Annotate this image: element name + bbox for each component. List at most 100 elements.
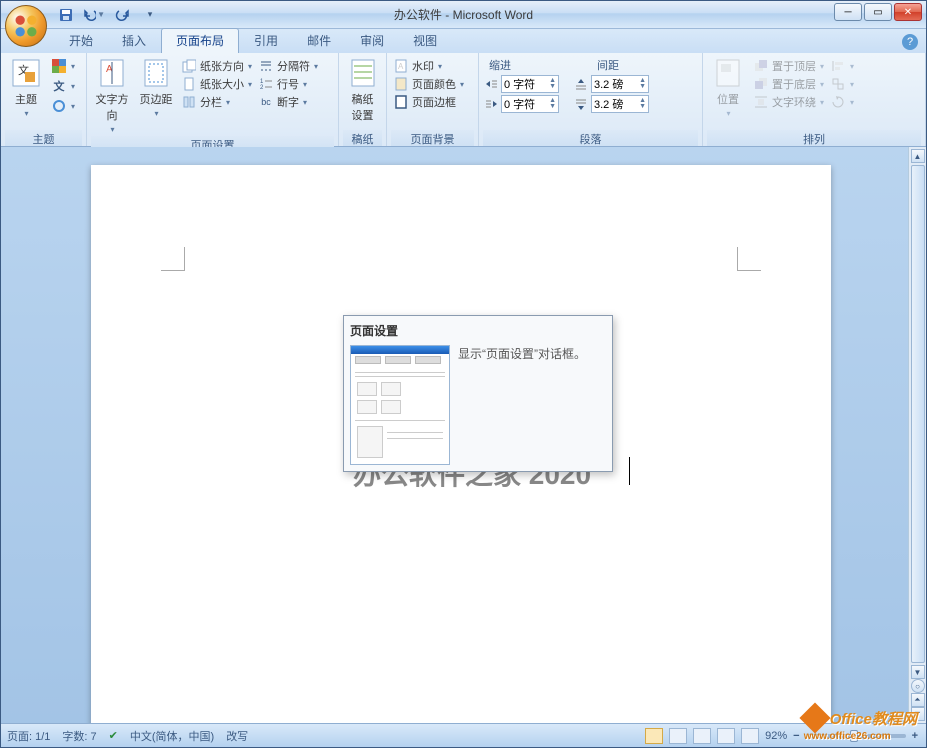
view-draft[interactable] [741, 728, 759, 744]
app-window: ▼ ▾ 办公软件 - Microsoft Word ─ ▭ ✕ 开始 插入 页面… [0, 0, 927, 748]
group-label-arrange: 排列 [707, 130, 921, 146]
send-back-button: 置于底层▾ [751, 75, 826, 93]
indent-label: 缩进 [489, 57, 511, 73]
group-label-manuscript: 稿纸 [343, 130, 382, 146]
maximize-button[interactable]: ▭ [864, 3, 892, 21]
tab-review[interactable]: 审阅 [346, 29, 398, 53]
help-button[interactable]: ? [902, 34, 918, 50]
titlebar: ▼ ▾ 办公软件 - Microsoft Word ─ ▭ ✕ [1, 1, 926, 29]
status-mode[interactable]: 改写 [226, 728, 248, 744]
ribbon-tabs: 开始 插入 页面布局 引用 邮件 审阅 视图 ? [1, 29, 926, 53]
tooltip-thumb [350, 345, 450, 465]
group-label-theme: 主题 [5, 130, 82, 146]
zoom-in-button[interactable]: + [912, 730, 918, 742]
group-label-paragraph: 段落 [483, 130, 698, 146]
svg-text:A: A [398, 62, 404, 71]
status-words[interactable]: 字数: 7 [62, 728, 96, 744]
window-controls: ─ ▭ ✕ [834, 3, 922, 21]
theme-colors-button[interactable]: ▾ [49, 57, 77, 75]
svg-text:2: 2 [260, 85, 264, 91]
tooltip-text: 显示“页面设置”对话框。 [458, 345, 586, 465]
tab-insert[interactable]: 插入 [108, 29, 160, 53]
align-button: ▾ [828, 57, 856, 75]
quick-access-toolbar: ▼ ▾ [55, 4, 161, 26]
tab-mail[interactable]: 邮件 [293, 29, 345, 53]
margins-button[interactable]: 页边距▾ [135, 55, 177, 120]
spacing-before-icon [573, 76, 589, 92]
size-button[interactable]: 纸张大小▾ [179, 75, 254, 93]
bring-front-button: 置于顶层▾ [751, 57, 826, 75]
group-objects-button: ▾ [828, 75, 856, 93]
indent-right-input[interactable]: 0 字符▲▼ [501, 95, 559, 113]
theme-fonts-button[interactable]: 文▾ [49, 77, 77, 95]
columns-button[interactable]: 分栏▾ [179, 93, 254, 111]
document-area: 办公软件之家 2020 页面设置 [1, 147, 926, 723]
page-color-button[interactable]: 页面颜色▾ [391, 75, 466, 93]
line-numbers-button[interactable]: 12行号▾ [256, 75, 320, 93]
minimize-button[interactable]: ─ [834, 3, 862, 21]
margin-mark [161, 247, 185, 271]
theme-effects-button[interactable]: ▾ [49, 97, 77, 115]
spacing-after-icon [573, 96, 589, 112]
group-theme: 文 主题▾ ▾ 文▾ ▾ 主题 [1, 53, 87, 146]
window-title: 办公软件 - Microsoft Word [394, 6, 533, 23]
statusbar: 页面: 1/1 字数: 7 ✔ 中文(简体，中国) 改写 92% − + [1, 723, 926, 747]
group-arrange: 位置▾ 置于顶层▾ 置于底层▾ 文字环绕▾ ▾ ▾ ▾ 排列 [703, 53, 926, 146]
text-cursor [629, 457, 630, 485]
view-web-layout[interactable] [693, 728, 711, 744]
status-page[interactable]: 页面: 1/1 [7, 728, 50, 744]
browse-object-button[interactable]: ○ [911, 679, 925, 693]
orientation-button[interactable]: 纸张方向▾ [179, 57, 254, 75]
rotate-button: ▾ [828, 93, 856, 111]
next-page-button[interactable]: ⏷ [911, 707, 925, 721]
group-paragraph: 缩进 间距 0 字符▲▼ 3.2 磅▲▼ 0 字符▲▼ 3.2 磅▲▼ [479, 53, 703, 146]
tab-view[interactable]: 视图 [399, 29, 451, 53]
zoom-level[interactable]: 92% [765, 730, 787, 742]
scroll-down-button[interactable]: ▼ [911, 665, 925, 679]
spacing-before-input[interactable]: 3.2 磅▲▼ [591, 75, 649, 93]
qat-customize[interactable]: ▾ [139, 4, 161, 26]
vertical-scrollbar[interactable]: ▲ ▼ ○ ⏶ ⏷ [908, 147, 926, 723]
zoom-out-button[interactable]: − [793, 730, 799, 742]
tab-references[interactable]: 引用 [240, 29, 292, 53]
themes-button[interactable]: 文 主题▾ [5, 55, 47, 120]
group-manuscript: 稿纸 设置 稿纸 [339, 53, 387, 146]
redo-button[interactable] [111, 4, 133, 26]
breaks-button[interactable]: 分隔符▾ [256, 57, 320, 75]
undo-button[interactable]: ▼ [83, 4, 105, 26]
view-full-screen[interactable] [669, 728, 687, 744]
zoom-slider[interactable] [806, 734, 906, 738]
spacing-label: 间距 [597, 57, 619, 73]
zoom-handle[interactable] [850, 730, 858, 742]
ribbon: 文 主题▾ ▾ 文▾ ▾ 主题 A 文字方向▾ 页边距▾ [1, 53, 926, 147]
tab-home[interactable]: 开始 [55, 29, 107, 53]
page-setup-tooltip: 页面设置 显示“页面设置”对话框。 [343, 315, 613, 472]
indent-left-icon [483, 76, 499, 92]
status-language[interactable]: 中文(简体，中国) [130, 728, 214, 744]
scroll-thumb[interactable] [911, 165, 925, 663]
text-wrap-button: 文字环绕▾ [751, 93, 826, 111]
office-button[interactable] [5, 5, 47, 47]
text-direction-button[interactable]: A 文字方向▾ [91, 55, 133, 136]
status-proofing-icon[interactable]: ✔ [109, 729, 118, 742]
page-border-button[interactable]: 页面边框 [391, 93, 466, 111]
tab-page-layout[interactable]: 页面布局 [161, 28, 239, 53]
scroll-up-button[interactable]: ▲ [911, 149, 925, 163]
hyphenation-button[interactable]: bc断字▾ [256, 93, 320, 111]
watermark-button[interactable]: A水印▾ [391, 57, 466, 75]
view-print-layout[interactable] [645, 728, 663, 744]
save-button[interactable] [55, 4, 77, 26]
spacing-after-input[interactable]: 3.2 磅▲▼ [591, 95, 649, 113]
prev-page-button[interactable]: ⏶ [911, 693, 925, 707]
group-label-background: 页面背景 [391, 130, 474, 146]
indent-left-input[interactable]: 0 字符▲▼ [501, 75, 559, 93]
group-page-setup: A 文字方向▾ 页边距▾ 纸张方向▾ 纸张大小▾ 分栏▾ 分隔符▾ 12行号▾ … [87, 53, 339, 146]
group-background: A水印▾ 页面颜色▾ 页面边框 页面背景 [387, 53, 479, 146]
position-button: 位置▾ [707, 55, 749, 120]
margin-mark [737, 247, 761, 271]
indent-right-icon [483, 96, 499, 112]
manuscript-button[interactable]: 稿纸 设置 [343, 55, 382, 125]
view-outline[interactable] [717, 728, 735, 744]
close-button[interactable]: ✕ [894, 3, 922, 21]
tooltip-title: 页面设置 [350, 322, 606, 339]
